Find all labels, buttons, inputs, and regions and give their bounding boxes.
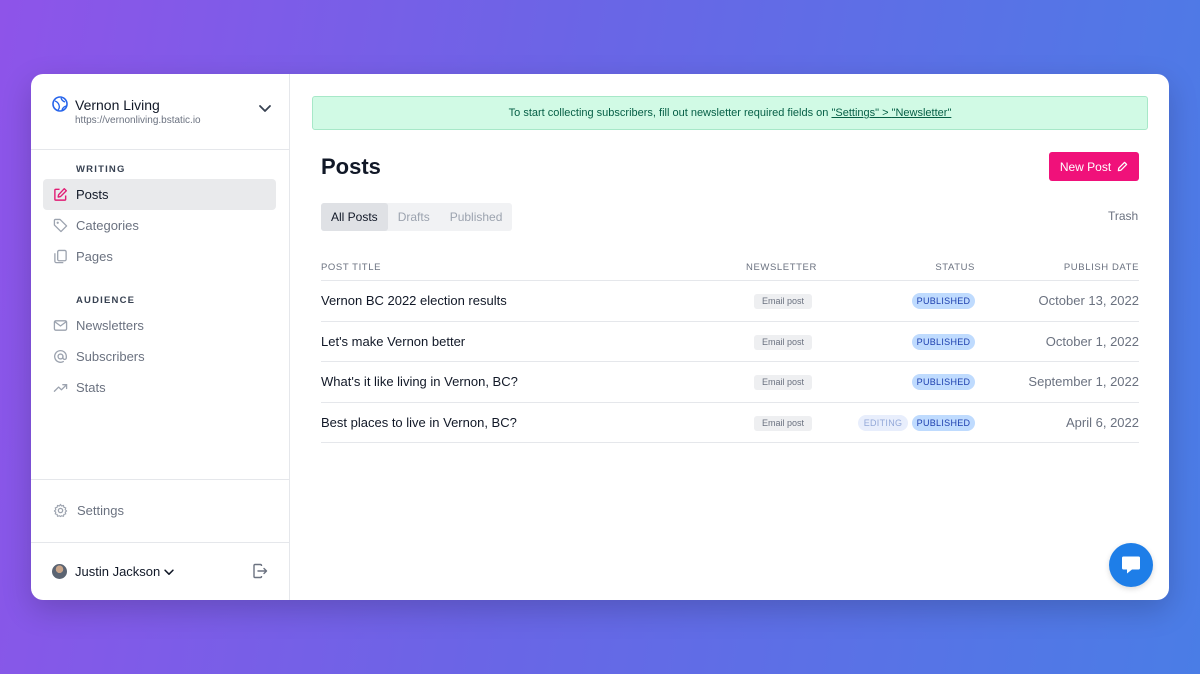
- post-title[interactable]: Best places to live in Vernon, BC?: [321, 415, 517, 430]
- banner-separator: >: [879, 107, 892, 119]
- sidebar-item-newsletters[interactable]: Newsletters: [43, 310, 276, 341]
- newsletter-link[interactable]: "Newsletter": [892, 107, 952, 119]
- table-row[interactable]: Vernon BC 2022 election results Email po…: [321, 281, 1139, 322]
- pages-icon: [54, 249, 67, 264]
- publish-date: October 1, 2022: [1045, 333, 1139, 349]
- app-window: Vernon Living https://vernonliving.bstat…: [31, 74, 1169, 600]
- table-row[interactable]: Best places to live in Vernon, BC? Email…: [321, 403, 1139, 443]
- tag-icon: [53, 218, 68, 233]
- user-menu[interactable]: Justin Jackson: [31, 544, 290, 600]
- chat-support-button[interactable]: [1109, 543, 1153, 587]
- site-url: https://vernonliving.bstatic.io: [75, 115, 201, 126]
- sidebar-item-label: Settings: [77, 503, 124, 518]
- post-title[interactable]: What's it like living in Vernon, BC?: [321, 374, 518, 389]
- sidebar-item-label: Posts: [76, 187, 109, 202]
- editing-badge: EDITING: [858, 414, 908, 431]
- posts-table: POST TITLE NEWSLETTER STATUS PUBLISH DAT…: [321, 254, 1139, 443]
- status-badge: PUBLISHED: [912, 414, 975, 431]
- header-status: STATUS: [935, 262, 975, 273]
- sidebar-item-categories[interactable]: Categories: [43, 210, 276, 241]
- publish-date: September 1, 2022: [1028, 374, 1139, 389]
- tab-all-posts[interactable]: All Posts: [321, 203, 388, 231]
- trending-up-icon: [53, 384, 68, 392]
- sidebar-item-label: Pages: [76, 249, 113, 264]
- sidebar-item-subscribers[interactable]: Subscribers: [43, 341, 276, 372]
- banner-text: To start collecting subscribers, fill ou…: [508, 107, 832, 119]
- settings-link[interactable]: "Settings": [831, 107, 879, 119]
- table-row[interactable]: Let's make Vernon better Email post PUBL…: [321, 322, 1139, 362]
- main-content: To start collecting subscribers, fill ou…: [290, 74, 1169, 600]
- newsletter-badge: Email post: [754, 375, 812, 390]
- section-label-audience: AUDIENCE: [76, 295, 136, 306]
- newsletter-badge: Email post: [754, 294, 812, 309]
- sidebar-item-label: Subscribers: [76, 349, 145, 364]
- user-name: Justin Jackson: [75, 564, 161, 579]
- publish-date: April 6, 2022: [1066, 414, 1139, 430]
- page-title: Posts: [321, 154, 381, 179]
- chevron-down-icon[interactable]: [257, 100, 273, 116]
- status-badge: PUBLISHED: [912, 333, 975, 350]
- sidebar: Vernon Living https://vernonliving.bstat…: [31, 74, 290, 600]
- sidebar-item-settings[interactable]: Settings: [43, 495, 276, 526]
- newsletter-badge: Email post: [754, 334, 812, 350]
- new-post-button[interactable]: New Post: [1049, 152, 1139, 181]
- header-post-title: POST TITLE: [321, 262, 382, 273]
- tab-drafts[interactable]: Drafts: [388, 203, 440, 231]
- sidebar-item-pages[interactable]: Pages: [43, 241, 276, 272]
- newsletter-badge: Email post: [754, 415, 812, 431]
- at-icon: [54, 350, 67, 363]
- table-header: POST TITLE NEWSLETTER STATUS PUBLISH DAT…: [321, 254, 1139, 281]
- publish-date: October 13, 2022: [1038, 293, 1139, 308]
- header-publish-date: PUBLISH DATE: [1063, 262, 1139, 273]
- section-label-writing: WRITING: [76, 164, 126, 175]
- mail-icon: [53, 320, 68, 331]
- chevron-down-icon[interactable]: [162, 565, 176, 579]
- gear-icon: [53, 503, 68, 518]
- edit-icon: [54, 187, 68, 201]
- post-filter-tabs: All Posts Drafts Published: [321, 203, 513, 231]
- status-badge: PUBLISHED: [912, 374, 975, 390]
- post-title[interactable]: Vernon BC 2022 election results: [321, 293, 507, 308]
- logout-icon[interactable]: [252, 563, 268, 579]
- pencil-icon: [1117, 161, 1128, 172]
- sidebar-item-label: Stats: [76, 380, 106, 395]
- sidebar-item-stats[interactable]: Stats: [43, 372, 276, 403]
- sidebar-item-label: Newsletters: [76, 318, 144, 333]
- tab-published[interactable]: Published: [440, 203, 513, 231]
- trash-link[interactable]: Trash: [1108, 209, 1138, 223]
- status-badge: PUBLISHED: [912, 293, 975, 309]
- chat-icon: [1122, 556, 1140, 574]
- sidebar-divider: [31, 479, 290, 480]
- table-row[interactable]: What's it like living in Vernon, BC? Ema…: [321, 362, 1139, 403]
- globe-icon: [52, 96, 68, 112]
- new-post-label: New Post: [1059, 159, 1112, 174]
- sidebar-item-posts[interactable]: Posts: [43, 179, 276, 210]
- site-name: Vernon Living: [75, 97, 160, 113]
- post-title[interactable]: Let's make Vernon better: [321, 334, 465, 349]
- sidebar-item-label: Categories: [76, 218, 139, 233]
- avatar: [52, 564, 67, 579]
- newsletter-setup-banner: To start collecting subscribers, fill ou…: [312, 96, 1148, 130]
- header-newsletter: NEWSLETTER: [746, 262, 817, 273]
- sidebar-divider: [31, 542, 290, 543]
- site-switcher[interactable]: Vernon Living https://vernonliving.bstat…: [31, 74, 289, 150]
